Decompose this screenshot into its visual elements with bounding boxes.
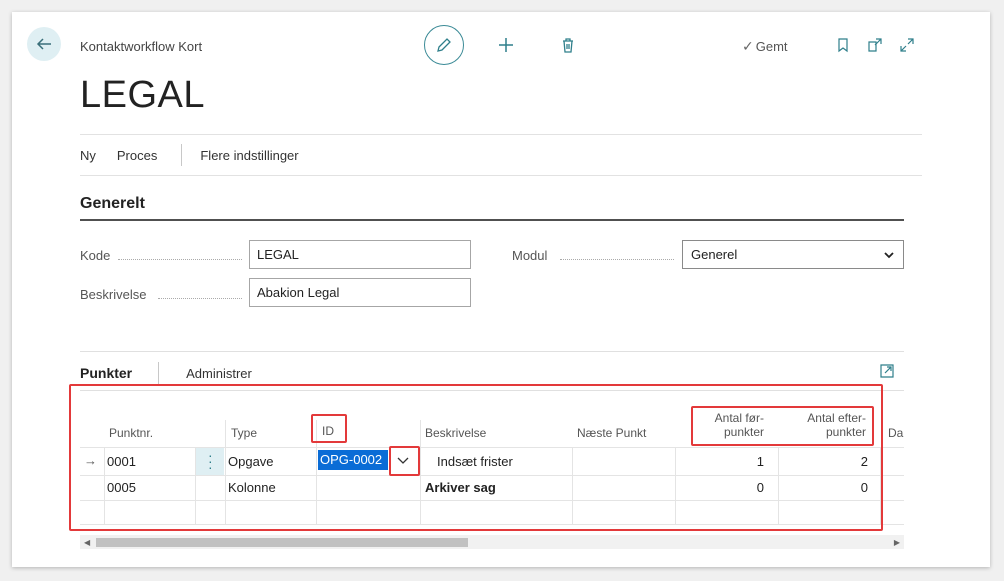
col-header-type[interactable]: Type xyxy=(231,426,257,440)
row-rule xyxy=(80,524,904,525)
col-header-dato[interactable]: Da xyxy=(888,426,903,440)
tab-separator xyxy=(158,362,160,384)
action-process[interactable]: Proces xyxy=(117,148,157,163)
toolbar-center xyxy=(424,25,583,65)
breadcrumb: Kontaktworkflow Kort xyxy=(80,39,203,54)
col-header-beskrivelse[interactable]: Beskrivelse xyxy=(425,426,486,440)
col-rule xyxy=(316,420,317,524)
cell-antal-foer[interactable]: 1 xyxy=(680,454,764,469)
section-divider xyxy=(80,219,904,221)
id-dropdown-icon[interactable] xyxy=(396,456,410,466)
action-more-options[interactable]: Flere indstillinger xyxy=(200,148,298,163)
current-row-arrow-icon: → xyxy=(84,453,97,468)
cell-punktnr[interactable]: 0005 xyxy=(107,480,136,495)
back-button[interactable] xyxy=(27,27,61,61)
cell-antal-foer[interactable]: 0 xyxy=(680,480,764,495)
scroll-thumb[interactable] xyxy=(96,538,468,547)
modul-selected-value: Generel xyxy=(691,247,738,262)
saved-status: ✓ Gemt xyxy=(742,38,788,55)
scroll-left-icon[interactable]: ◀ xyxy=(84,538,90,547)
arrow-left-icon xyxy=(36,38,51,50)
bookmark-icon xyxy=(838,38,848,53)
more-vertical-icon: · · · xyxy=(208,447,213,475)
col-rule xyxy=(420,420,421,524)
col-header-naeste-punkt[interactable]: Næste Punkt xyxy=(577,426,646,440)
trash-icon xyxy=(563,38,573,53)
scroll-right-icon[interactable]: ▶ xyxy=(894,538,900,547)
tab-administrer[interactable]: Administrer xyxy=(186,366,252,381)
expand-lines-icon[interactable] xyxy=(879,363,895,379)
row-rule xyxy=(80,475,904,476)
open-new-window-button[interactable] xyxy=(864,34,886,56)
cell-beskrivelse[interactable]: Arkiver sag xyxy=(425,480,496,495)
cell-antal-efter[interactable]: 0 xyxy=(780,480,868,495)
col-rule xyxy=(778,447,779,524)
beskrivelse-input[interactable]: Abakion Legal xyxy=(249,278,471,307)
section-title-general[interactable]: Generelt xyxy=(80,195,145,213)
expand-icon xyxy=(900,38,914,52)
modul-label: Modul xyxy=(512,248,548,263)
delete-button[interactable] xyxy=(553,30,583,60)
col-header-antal-foer[interactable]: Antal før- punkter xyxy=(680,411,764,439)
kode-label: Kode xyxy=(80,248,111,263)
bookmark-button[interactable] xyxy=(832,34,854,56)
cell-antal-efter[interactable]: 2 xyxy=(780,454,868,469)
action-new[interactable]: Ny xyxy=(80,148,96,163)
row-menu-button[interactable]: · · · xyxy=(196,448,224,475)
col-header-antal-efter[interactable]: Antal efter- punkter xyxy=(780,411,866,439)
col-header-id[interactable]: ID xyxy=(322,424,334,438)
cell-id-selected[interactable]: OPG-0002 xyxy=(318,450,388,470)
col-rule xyxy=(225,420,226,524)
col-rule xyxy=(104,447,105,524)
grid-top-rule xyxy=(80,390,904,391)
kode-input[interactable]: LEGAL xyxy=(249,240,471,269)
expand-button[interactable] xyxy=(896,34,918,56)
pencil-icon xyxy=(437,38,451,52)
beskrivelse-label: Beskrivelse xyxy=(80,287,147,302)
action-separator xyxy=(181,144,183,166)
check-icon: ✓ xyxy=(742,38,754,54)
beskrivelse-leader-dots xyxy=(158,298,242,299)
lines-tabs: Punkter Administrer xyxy=(80,362,252,384)
lines-grid: Punktnr. Type ID Beskrivelse Næste Punkt… xyxy=(80,390,904,525)
row-rule xyxy=(80,500,904,501)
cell-type[interactable]: Kolonne xyxy=(228,480,276,495)
horizontal-scrollbar[interactable]: ◀ ▶ xyxy=(80,535,904,549)
lines-divider xyxy=(80,351,904,352)
tab-punkter[interactable]: Punkter xyxy=(80,365,132,381)
page-title: LEGAL xyxy=(80,74,206,116)
col-header-antal-efter-line2: punkter xyxy=(825,425,866,439)
modul-select[interactable]: Generel xyxy=(682,240,904,269)
new-button[interactable] xyxy=(491,30,521,60)
cell-beskrivelse[interactable]: Indsæt frister xyxy=(437,454,513,469)
col-header-antal-foer-line2: punkter xyxy=(723,425,764,439)
toolbar-right xyxy=(832,34,918,56)
plus-icon xyxy=(499,38,513,52)
chevron-down-icon xyxy=(884,251,894,258)
col-header-antal-efter-line1: Antal efter- xyxy=(807,411,866,425)
col-rule xyxy=(675,447,676,524)
saved-label: Gemt xyxy=(755,39,788,54)
cell-type[interactable]: Opgave xyxy=(228,454,274,469)
cell-punktnr[interactable]: 0001 xyxy=(107,454,136,469)
col-rule xyxy=(880,447,881,524)
action-bar: Ny Proces Flere indstillinger xyxy=(80,134,922,176)
kode-leader-dots xyxy=(118,259,242,260)
edit-button[interactable] xyxy=(424,25,464,65)
modul-leader-dots xyxy=(560,259,674,260)
open-new-window-icon xyxy=(868,38,882,52)
col-rule xyxy=(572,447,573,524)
col-header-punktnr[interactable]: Punktnr. xyxy=(109,426,153,440)
col-header-antal-foer-line1: Antal før- xyxy=(714,411,764,425)
